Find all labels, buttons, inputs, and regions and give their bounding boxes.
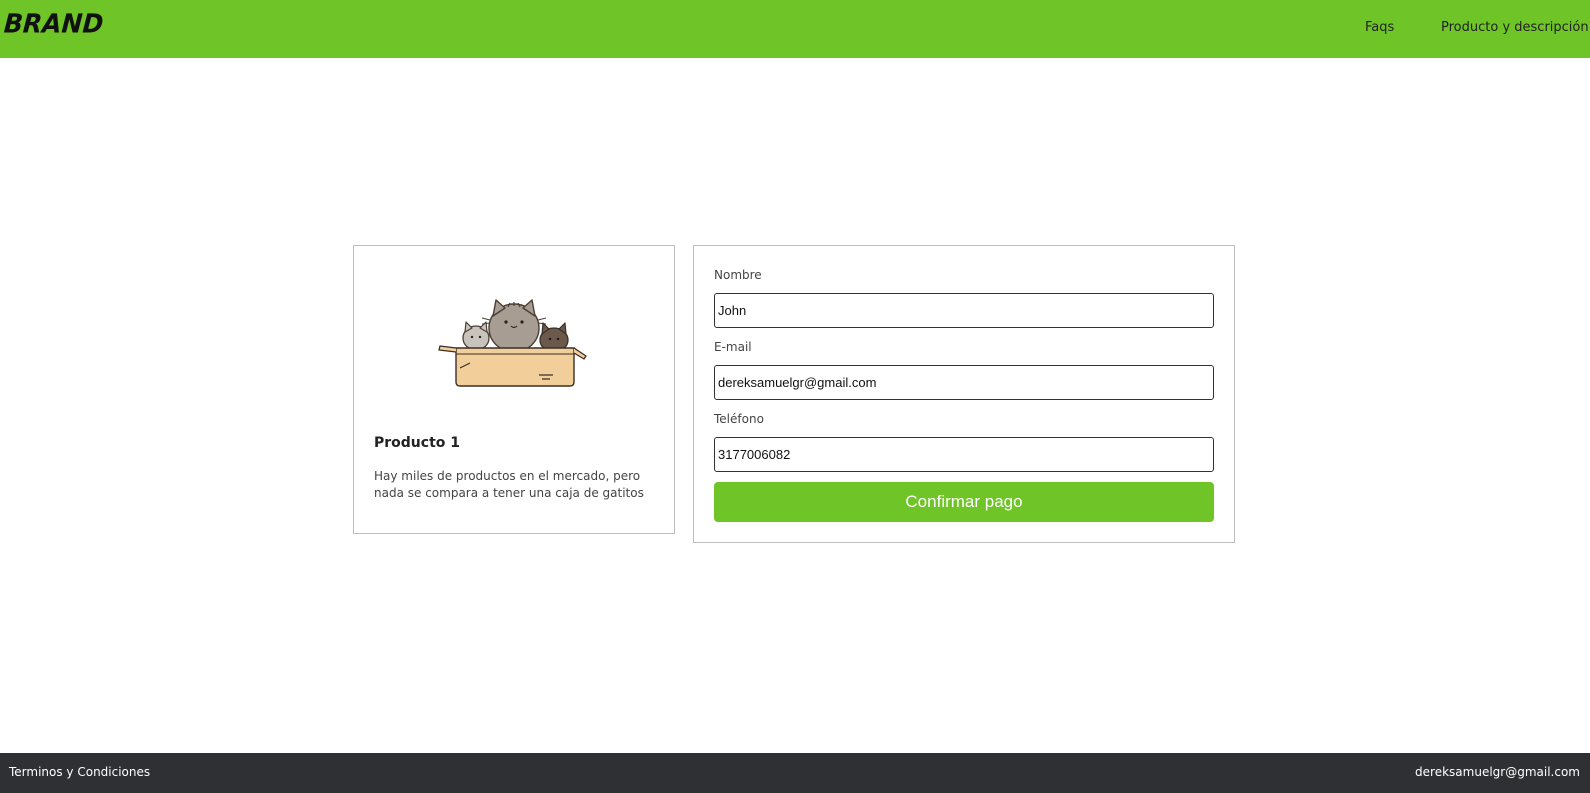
payment-form-card: Nombre E-mail Teléfono Confirmar pago	[693, 245, 1235, 543]
nombre-input[interactable]	[714, 293, 1214, 328]
email-label: E-mail	[714, 340, 752, 354]
footer: Terminos y Condiciones dereksamuelgr@gma…	[0, 753, 1590, 793]
nav-link-producto-descripcion[interactable]: Producto y descripción	[1441, 20, 1589, 35]
telefono-input[interactable]	[714, 437, 1214, 472]
product-description: Hay miles de productos en el mercado, pe…	[374, 469, 644, 500]
cats-in-box-illustration	[438, 299, 587, 387]
product-card: Producto 1 Hay miles de productos en el …	[353, 245, 675, 534]
confirm-payment-button[interactable]: Confirmar pago	[714, 482, 1214, 522]
top-navbar: BRAND Faqs Producto y descripción	[0, 0, 1590, 58]
email-input[interactable]	[714, 365, 1214, 400]
nombre-label: Nombre	[714, 268, 762, 282]
telefono-label: Teléfono	[714, 412, 764, 426]
nav-link-faqs[interactable]: Faqs	[1365, 20, 1394, 35]
product-title: Producto 1	[374, 435, 460, 451]
terms-link[interactable]: Terminos y Condiciones	[9, 765, 150, 779]
brand-logo[interactable]: BRAND	[3, 8, 104, 38]
footer-contact-email: dereksamuelgr@gmail.com	[1415, 765, 1580, 779]
